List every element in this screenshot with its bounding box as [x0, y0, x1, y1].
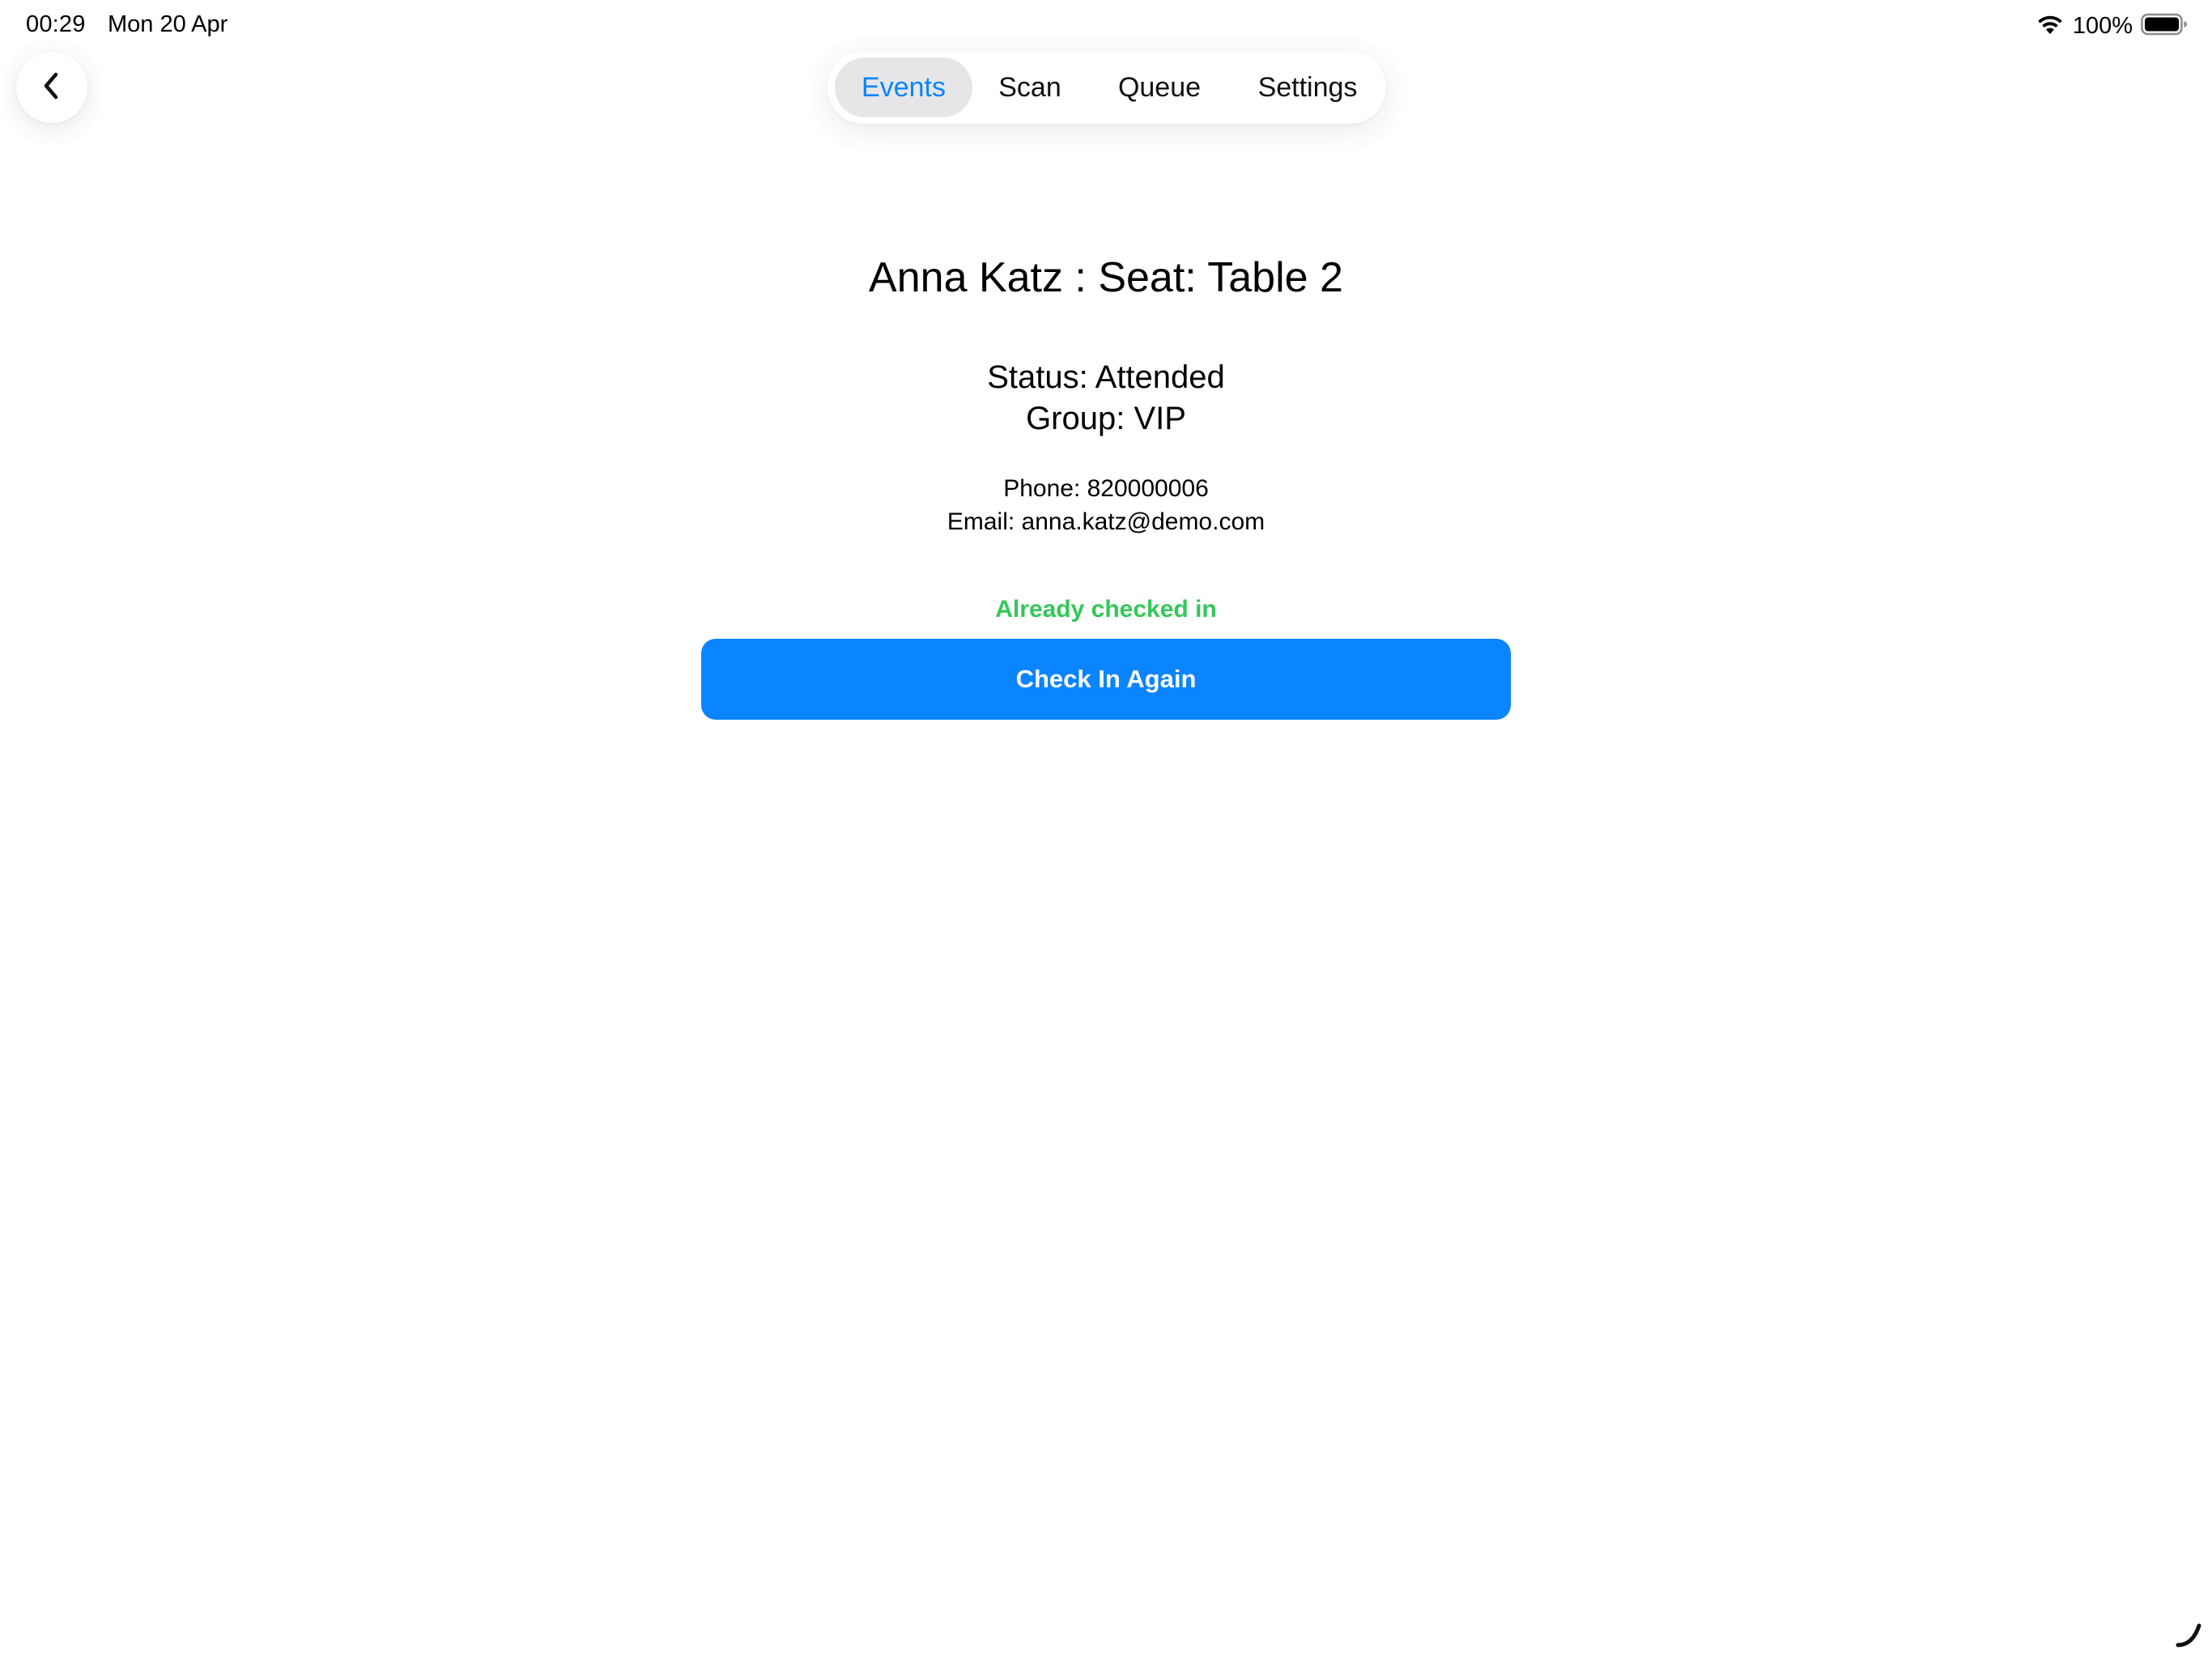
- battery-icon: [2141, 13, 2188, 40]
- status-bar: 00:29 Mon 20 Apr 100%: [0, 0, 2212, 53]
- attendee-status: Status: Attended: [987, 359, 1225, 395]
- status-date: Mon 20 Apr: [108, 11, 228, 37]
- tab-settings[interactable]: Settings: [1236, 57, 1380, 117]
- battery-percent: 100%: [2072, 12, 2133, 39]
- corner-arc-icon: [2175, 1621, 2202, 1648]
- back-button[interactable]: [16, 52, 87, 123]
- wifi-icon: [2035, 13, 2065, 40]
- tab-bar: Events Scan Queue Settings: [827, 51, 1386, 124]
- attendee-phone: Phone: 820000006: [1003, 475, 1209, 502]
- chevron-left-icon: [40, 70, 64, 106]
- check-in-again-button[interactable]: Check In Again: [701, 639, 1511, 720]
- checked-in-message: Already checked in: [995, 596, 1217, 623]
- tab-scan[interactable]: Scan: [985, 57, 1074, 117]
- tab-events[interactable]: Events: [835, 57, 972, 117]
- status-indicators: 100%: [2035, 10, 2188, 42]
- attendee-group: Group: VIP: [1026, 401, 1186, 436]
- tab-queue[interactable]: Queue: [1099, 57, 1220, 117]
- attendee-detail-screen: 00:29 Mon 20 Apr 100% Events Scan Queue …: [0, 0, 2212, 1658]
- attendee-title: Anna Katz : Seat: Table 2: [869, 254, 1343, 301]
- status-time: 00:29: [26, 11, 86, 37]
- attendee-email: Email: anna.katz@demo.com: [946, 508, 1266, 535]
